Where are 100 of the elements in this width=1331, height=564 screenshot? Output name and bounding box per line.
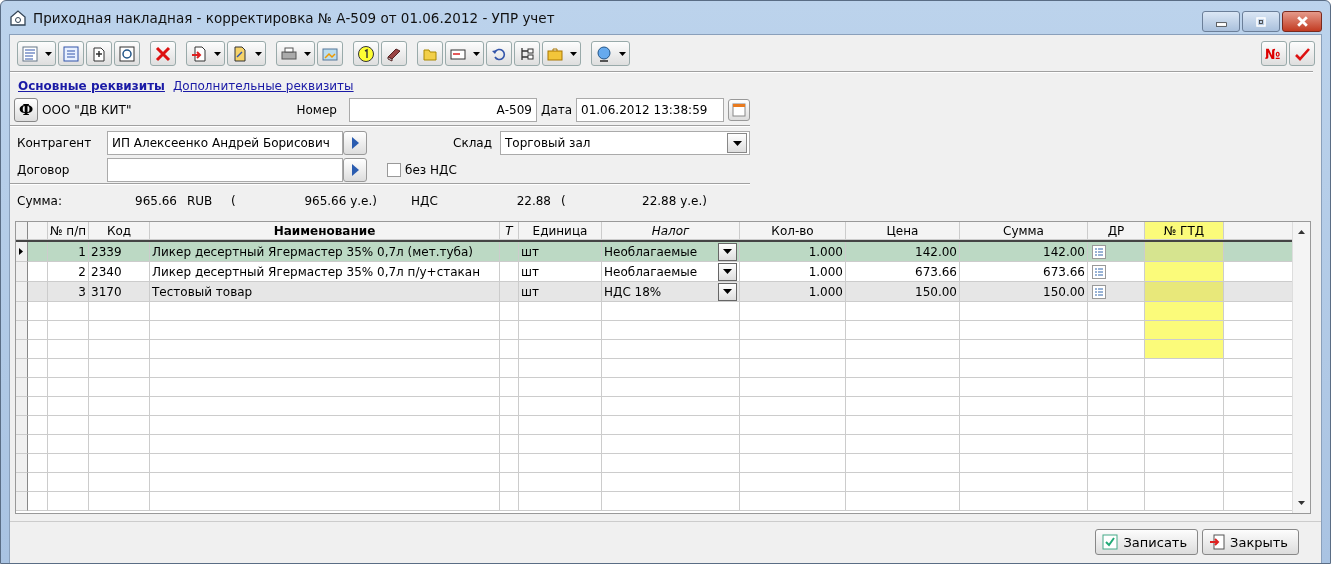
column-header[interactable]: Код xyxy=(89,222,150,240)
delete-button[interactable] xyxy=(150,41,176,66)
refresh-icon xyxy=(118,44,136,63)
table-cell xyxy=(89,492,150,511)
calendar-button[interactable] xyxy=(728,99,750,121)
row-header-cell[interactable] xyxy=(16,262,28,282)
list-icon[interactable] xyxy=(1092,244,1106,259)
book-button[interactable] xyxy=(381,41,407,66)
folder-button[interactable] xyxy=(417,41,443,66)
row-header-cell[interactable] xyxy=(16,378,28,397)
coin-button[interactable] xyxy=(353,41,379,66)
briefcase-button[interactable] xyxy=(542,41,581,66)
column-header[interactable]: № п/п xyxy=(48,222,89,240)
scroll-down-icon[interactable] xyxy=(1298,501,1305,505)
tab-link[interactable]: Дополнительные реквизиты xyxy=(172,79,354,95)
delete-icon xyxy=(154,44,172,63)
row-header-cell[interactable] xyxy=(16,321,28,340)
document-button[interactable] xyxy=(227,41,266,66)
scroll-up-icon[interactable] xyxy=(1298,230,1305,234)
row-header-cell[interactable] xyxy=(16,282,28,302)
new-document-button[interactable] xyxy=(86,41,112,66)
open-button[interactable] xyxy=(343,131,367,155)
number-label: Номер xyxy=(296,103,337,117)
row-header-cell[interactable] xyxy=(16,492,28,511)
import-button[interactable] xyxy=(186,41,225,66)
number-field[interactable]: А-509 xyxy=(348,98,537,122)
table-cell xyxy=(28,321,48,340)
currency-text: RUB xyxy=(187,194,214,208)
minimize-button[interactable] xyxy=(1202,11,1240,32)
caret-icon xyxy=(723,269,732,274)
open-button[interactable] xyxy=(343,158,367,182)
globe-button[interactable] xyxy=(591,41,630,66)
table-cell xyxy=(28,435,48,454)
table-cell xyxy=(500,378,519,397)
parenthesis-text: ( xyxy=(561,194,567,208)
globe-icon xyxy=(595,44,613,63)
column-header[interactable]: Цена xyxy=(846,222,960,240)
column-header[interactable]: Единица xyxy=(519,222,602,240)
card-button[interactable] xyxy=(445,41,484,66)
maximize-icon xyxy=(1255,15,1267,28)
row-header-cell[interactable] xyxy=(16,473,28,492)
row-header-cell[interactable] xyxy=(16,454,28,473)
confirm-button[interactable] xyxy=(1289,41,1315,66)
row-header-cell[interactable] xyxy=(16,435,28,454)
counterparty-field[interactable]: ИП Алексеенко Андрей Борисович xyxy=(107,131,343,155)
close-icon xyxy=(1295,15,1309,28)
column-header[interactable]: № ГТД xyxy=(1145,222,1224,240)
print-button[interactable] xyxy=(276,41,315,66)
date-field[interactable]: 01.06.2012 13:38:59 xyxy=(576,98,724,122)
form-button[interactable] xyxy=(58,41,84,66)
row-header-cell[interactable] xyxy=(16,397,28,416)
row-header-cell[interactable] xyxy=(16,416,28,435)
row-header-cell[interactable] xyxy=(16,242,28,262)
list-button[interactable] xyxy=(17,41,56,66)
table-cell xyxy=(89,435,150,454)
refresh-button[interactable] xyxy=(114,41,140,66)
table-cell xyxy=(1088,435,1145,454)
list-icon[interactable] xyxy=(1092,264,1106,279)
number-button[interactable]: № xyxy=(1261,41,1287,66)
document-icon xyxy=(231,44,249,63)
row-header-cell[interactable] xyxy=(16,340,28,359)
table-cell xyxy=(48,321,89,340)
table-cell xyxy=(500,397,519,416)
table-cell: 150.00 xyxy=(915,284,957,299)
firm-button[interactable]: Ф xyxy=(14,98,38,122)
table-cell xyxy=(500,416,519,435)
column-header[interactable]: Наименование xyxy=(150,222,500,240)
image-button[interactable] xyxy=(317,41,343,66)
tab-link[interactable]: Основные реквизиты xyxy=(18,79,165,95)
caret-icon xyxy=(304,51,311,56)
table-row[interactable]: 1 2339 Ликер десертный Ягермастер 35% 0,7л (мет.туба) шт Необлагаемые 1.000 142.00 142.00 xyxy=(16,242,1292,262)
tax-dropdown-button[interactable] xyxy=(718,242,737,261)
row-header-cell[interactable] xyxy=(16,302,28,321)
tax-dropdown-button[interactable] xyxy=(718,282,737,301)
column-header[interactable]: Т xyxy=(500,222,519,240)
undo-button[interactable] xyxy=(486,41,512,66)
save-button[interactable]: Записать xyxy=(1095,529,1199,555)
tree-button[interactable] xyxy=(514,41,540,66)
list-icon[interactable] xyxy=(1092,284,1106,299)
checkbox[interactable] xyxy=(387,163,401,177)
table-cell: шт xyxy=(521,284,539,299)
tax-dropdown-button[interactable] xyxy=(718,262,737,281)
dropdown-button[interactable] xyxy=(727,133,747,153)
maximize-button[interactable] xyxy=(1242,11,1280,32)
close-button[interactable]: Закрыть xyxy=(1202,529,1299,555)
warehouse-dropdown[interactable]: Торговый зал xyxy=(500,131,750,155)
firm-name: ООО "ДВ КИТ" xyxy=(42,103,132,117)
scrollbar[interactable] xyxy=(1292,222,1310,513)
caret-icon xyxy=(723,249,732,254)
close-button[interactable] xyxy=(1282,11,1322,32)
column-header[interactable]: Сумма xyxy=(960,222,1088,240)
contract-field[interactable] xyxy=(107,158,343,182)
table-cell xyxy=(500,473,519,492)
column-header[interactable]: Кол-во xyxy=(740,222,846,240)
table-row[interactable]: 3 3170 Тестовый товар шт НДС 18% 1.000 150.00 150.00 xyxy=(16,282,1292,302)
row-header-cell[interactable] xyxy=(16,359,28,378)
table-cell xyxy=(500,454,519,473)
table-cell: 1 xyxy=(78,244,86,259)
table-cell: шт xyxy=(521,264,539,279)
column-header[interactable]: Налог xyxy=(602,222,740,240)
